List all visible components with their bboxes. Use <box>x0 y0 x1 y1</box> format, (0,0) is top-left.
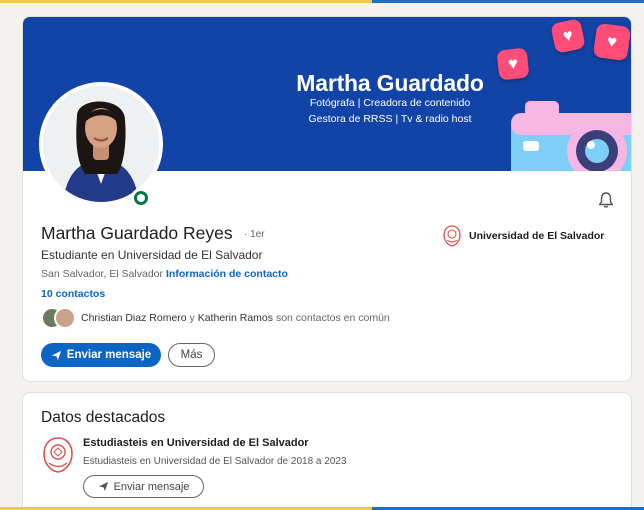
more-button[interactable]: Más <box>168 343 215 367</box>
university-logo-icon[interactable] <box>443 225 461 247</box>
send-icon <box>98 481 108 492</box>
send-message-label: Enviar mensaje <box>66 349 152 361</box>
heart-icon: ♥ <box>496 47 530 81</box>
featured-card: Datos destacados Estudiasteis en Univers… <box>22 392 632 510</box>
university-logo-icon <box>43 437 73 473</box>
contacts-count-link[interactable]: 10 contactos <box>41 288 105 300</box>
featured-item-subtitle: Estudiasteis en Universidad de El Salvad… <box>83 456 347 467</box>
mutual-connection-name: Katherin Ramos <box>197 312 274 324</box>
profile-headline: Estudiante en Universidad de El Salvador <box>41 248 263 262</box>
heart-icon: ♥ <box>592 22 631 62</box>
avatar <box>54 307 76 329</box>
featured-send-message-label: Enviar mensaje <box>113 480 190 493</box>
top-accent-blue <box>372 0 644 3</box>
banner-title: Martha Guardado <box>296 70 484 96</box>
heart-icon: ♥ <box>550 18 586 54</box>
send-icon <box>51 350 61 360</box>
banner-subtitle-line1: Fotógrafa | Creadora de contenido <box>309 97 471 109</box>
contact-info-link[interactable]: Información de contacto <box>166 268 288 280</box>
school-link[interactable]: Universidad de El Salvador <box>469 230 604 242</box>
bell-icon[interactable] <box>597 191 615 209</box>
send-message-button[interactable]: Enviar mensaje <box>41 343 161 367</box>
online-status-indicator <box>131 188 151 208</box>
profile-photo[interactable] <box>39 82 163 206</box>
mutual-connections-suffix: son contactos en común <box>275 312 390 324</box>
mutual-connection-name: Christian Diaz Romero <box>81 312 187 324</box>
mutual-connection-avatars[interactable] <box>41 307 77 329</box>
featured-item-title: Estudiasteis en Universidad de El Salvad… <box>83 437 309 449</box>
avatar <box>43 86 159 202</box>
featured-section-title: Datos destacados <box>41 409 166 426</box>
top-accent-yellow <box>0 0 372 3</box>
mutual-connections-text[interactable]: Christian Diaz Romero y Katherin Ramos s… <box>81 312 390 324</box>
camera-icon <box>511 101 631 171</box>
mutual-connector: y <box>189 312 195 324</box>
profile-card: Martha Guardado Fotógrafa | Creadora de … <box>22 16 632 382</box>
profile-location: San Salvador, El Salvador · <box>41 268 170 280</box>
connection-degree: · 1er <box>244 229 265 240</box>
banner-subtitle-line2: Gestora de RRSS | Tv & radio host <box>308 113 472 125</box>
profile-name: Martha Guardado Reyes <box>41 223 233 243</box>
featured-send-message-button[interactable]: Enviar mensaje <box>83 475 204 498</box>
